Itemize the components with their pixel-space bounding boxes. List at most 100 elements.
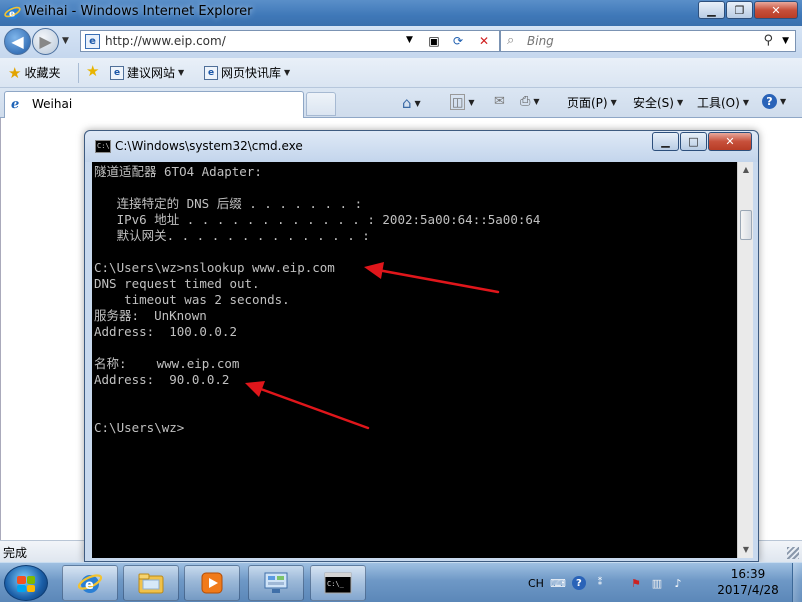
mail-icon: ✉ xyxy=(494,94,505,109)
cmd-window: C:\ C:\Windows\system32\cmd.exe ▁ □ ✕ 隧道… xyxy=(84,130,759,562)
safety-menu-label: 安全(S) xyxy=(633,96,674,110)
forward-button[interactable]: ▶ xyxy=(32,28,59,55)
address-dropdown-icon[interactable]: ▼ xyxy=(406,35,413,45)
new-tab-button[interactable] xyxy=(306,92,336,116)
chevron-down-icon: ▼ xyxy=(533,97,540,106)
back-button[interactable]: ◀ xyxy=(4,28,31,55)
add-to-favorites-bar-button[interactable]: ★ xyxy=(86,64,99,79)
resize-grip[interactable] xyxy=(787,547,799,559)
console-line: 隧道适配器 6TO4 Adapter: xyxy=(94,164,262,179)
console-line: IPv6 地址 . . . . . . . . . . . . : 2002:5… xyxy=(94,212,541,227)
taskbar-file-explorer[interactable] xyxy=(123,565,179,601)
console-scrollbar[interactable]: ▲ ▼ xyxy=(737,162,753,558)
console-line: C:\Users\wz> xyxy=(94,420,185,435)
chevron-down-icon: ▼ xyxy=(676,98,684,107)
console-line: 默认网关. . . . . . . . . . . . . : xyxy=(94,228,370,243)
svg-text:e: e xyxy=(9,10,15,20)
web-slice-gallery-label: 网页快讯库 xyxy=(221,66,282,80)
favorites-separator xyxy=(78,63,79,83)
tab-page-icon: ℯ xyxy=(11,97,20,112)
address-bar-row: ◀ ▶ ▼ e ▼ ▣ ⟳ ✕ ⌕ ⚲ ▼ xyxy=(0,26,802,58)
close-button[interactable]: ✕ xyxy=(754,1,798,19)
console-line: Address: 90.0.0.2 xyxy=(94,372,230,387)
recent-pages-dropdown[interactable]: ▼ xyxy=(62,36,69,46)
chevron-down-icon: ▼ xyxy=(780,97,787,106)
network-icon[interactable]: ▥ xyxy=(650,576,664,590)
windows-logo-icon xyxy=(17,576,35,592)
stop-icon[interactable]: ✕ xyxy=(473,33,495,49)
taskbar-clock[interactable]: 16:39 2017/4/28 xyxy=(706,566,790,598)
favorites-button[interactable]: ★ 收藏夹 xyxy=(8,64,60,81)
address-box[interactable]: e ▼ ▣ ⟳ ✕ xyxy=(80,30,500,52)
read-mail-button[interactable]: ✉ xyxy=(494,94,505,109)
start-button[interactable] xyxy=(4,565,48,601)
console-line: 连接特定的 DNS 后缀 . . . . . . . : xyxy=(94,196,363,211)
print-button[interactable]: ⎙ ▼ xyxy=(520,94,540,109)
console-line: Address: 100.0.0.2 xyxy=(94,324,237,339)
minimize-button[interactable]: ▁ xyxy=(698,1,725,19)
svg-text:e: e xyxy=(85,578,94,593)
home-button[interactable]: ⌂ ▼ xyxy=(402,94,421,112)
tab-weihai[interactable]: ℯ Weihai xyxy=(4,91,304,118)
ie-logo-icon: e xyxy=(77,574,103,593)
scroll-down-icon[interactable]: ▼ xyxy=(738,542,754,558)
console-line: DNS request timed out. xyxy=(94,276,260,291)
minimize-icon: ▁ xyxy=(707,3,716,17)
help-icon: ? xyxy=(762,94,777,109)
console-line: 服务器: UnKnown xyxy=(94,308,207,323)
input-language[interactable]: CH xyxy=(528,577,544,590)
keyboard-icon[interactable]: ⌨ xyxy=(550,576,566,590)
cmd-close-button[interactable]: ✕ xyxy=(708,132,752,151)
favorites-star-icon: ★ xyxy=(8,63,22,82)
refresh-icon[interactable]: ⟳ xyxy=(447,33,469,49)
close-icon: ✕ xyxy=(771,3,781,17)
favorites-label: 收藏夹 xyxy=(24,66,61,80)
clock-date: 2017/4/28 xyxy=(717,583,779,597)
page-icon: e xyxy=(85,34,100,49)
address-input[interactable] xyxy=(105,33,405,49)
cmd-minimize-button[interactable]: ▁ xyxy=(652,132,679,151)
back-arrow-icon: ◀ xyxy=(11,32,24,51)
maximize-button[interactable]: ❐ xyxy=(726,1,753,19)
help-icon[interactable]: ? xyxy=(571,576,586,590)
suggested-sites-icon: e xyxy=(110,65,124,80)
search-input[interactable] xyxy=(527,33,747,49)
cmd-maximize-button[interactable]: □ xyxy=(680,132,707,151)
search-icon[interactable]: ⚲ xyxy=(763,33,773,48)
home-icon: ⌂ xyxy=(402,94,412,112)
taskbar-control-panel[interactable] xyxy=(248,565,304,601)
chevron-down-icon: ▼ xyxy=(468,97,475,107)
scroll-thumb[interactable] xyxy=(740,210,752,240)
feeds-button[interactable]: ◫ ▼ xyxy=(450,94,475,110)
search-options-dropdown[interactable]: ▼ xyxy=(782,36,789,46)
page-menu[interactable]: 页面(P) ▼ xyxy=(567,94,617,111)
search-box[interactable]: ⌕ ⚲ ▼ xyxy=(500,30,796,52)
chevron-down-icon: ▼ xyxy=(414,98,421,108)
show-desktop-button[interactable] xyxy=(792,563,802,602)
web-slice-gallery-icon: e xyxy=(204,65,218,80)
favorites-bar: ★ 收藏夹 ★ e 建议网站 ▼ e 网页快讯库 ▼ xyxy=(0,58,802,88)
window-title: Weihai - Windows Internet Explorer xyxy=(24,4,253,19)
taskbar-cmd[interactable]: C:\_ xyxy=(310,565,366,601)
help-button[interactable]: ? ▼ xyxy=(762,94,786,109)
console-line: timeout was 2 seconds. xyxy=(94,292,290,307)
tray-options-icon[interactable]: ⁑ xyxy=(593,576,607,590)
taskbar-media-player[interactable] xyxy=(184,565,240,601)
cmd-title-bar[interactable]: C:\ C:\Windows\system32\cmd.exe ▁ □ ✕ xyxy=(85,131,758,162)
suggested-sites-link[interactable]: e 建议网站 ▼ xyxy=(110,64,184,81)
ie-title-bar: e Weihai - Windows Internet Explorer ▁ ❐… xyxy=(0,0,802,26)
chevron-down-icon: ▼ xyxy=(284,68,291,77)
ie-logo-icon: e xyxy=(4,6,21,20)
action-center-flag-icon[interactable]: ⚑ xyxy=(629,576,643,590)
compatibility-view-icon[interactable]: ▣ xyxy=(423,33,445,49)
taskbar-internet-explorer[interactable]: e xyxy=(62,565,118,601)
scroll-up-icon[interactable]: ▲ xyxy=(738,162,754,178)
volume-icon[interactable]: ♪ xyxy=(671,576,685,590)
console-output[interactable]: 隧道适配器 6TO4 Adapter: 连接特定的 DNS 后缀 . . . .… xyxy=(92,162,737,558)
web-slice-gallery-link[interactable]: e 网页快讯库 ▼ xyxy=(204,64,290,81)
safety-menu[interactable]: 安全(S) ▼ xyxy=(633,94,683,111)
console-line: C:\Users\wz>nslookup www.eip.com xyxy=(94,260,335,275)
search-provider-icon: ⌕ xyxy=(507,33,515,48)
tools-menu[interactable]: 工具(O) ▼ xyxy=(697,94,749,111)
ie-window-controls: ▁ ❐ ✕ xyxy=(697,1,798,19)
